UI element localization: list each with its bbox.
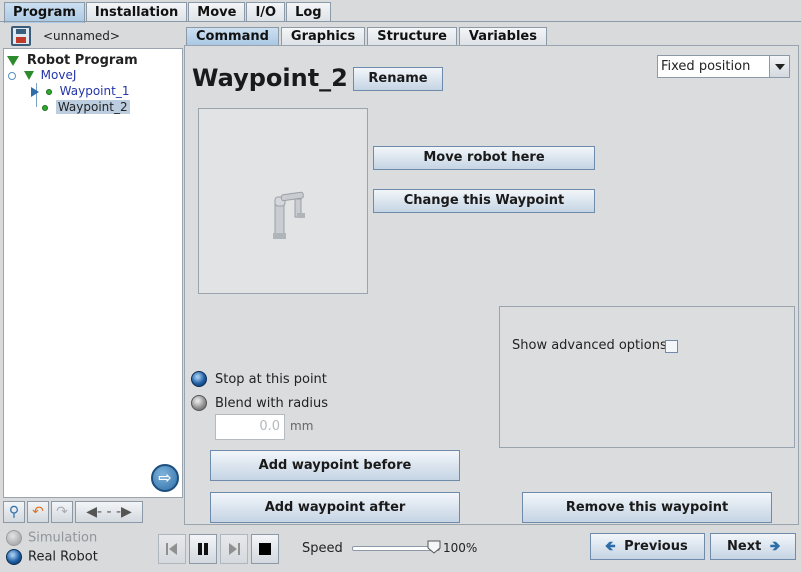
speed-label: Speed [302,541,343,556]
tree-node-label-selected: Waypoint_2 [55,100,130,114]
main-tabs: Program Installation Move I/O Log [4,2,332,23]
bottom-bar: Simulation Real Robot Speed 100% 🡸 Previ… [0,527,801,572]
next-label: Next [727,539,762,554]
page-title: Waypoint_2 [192,64,348,92]
real-robot-label: Real Robot [28,549,98,565]
simulation-radio[interactable] [6,530,22,546]
tree-node-movej[interactable]: MoveJ [8,67,76,83]
program-file-row: <unnamed> [5,24,183,48]
arrow-left-icon: 🡸 [605,539,616,554]
tab-variables[interactable]: Variables [458,27,547,45]
program-pointer-icon [31,86,39,97]
step-forward-icon[interactable] [220,534,248,564]
chevron-down-icon[interactable] [769,56,789,77]
pause-icon[interactable] [189,534,217,564]
simulation-label: Simulation [28,530,98,546]
tab-divider [0,21,801,22]
command-panel: Waypoint_2 Rename Fixed position Move ro… [184,45,799,525]
change-waypoint-button[interactable]: Change this Waypoint [373,189,595,213]
playback-controls [158,534,279,564]
redo-icon[interactable]: ↷ [51,501,73,523]
advanced-options-box: Show advanced options [499,306,795,448]
advanced-options-label: Show advanced options [512,338,667,353]
waypoint-dot-icon [42,104,48,111]
magnifier-icon[interactable]: ⚲ [3,501,25,523]
real-robot-mode[interactable]: Real Robot [6,549,98,565]
tab-installation[interactable]: Installation [85,2,188,22]
tab-program[interactable]: Program [4,2,85,23]
tree-toolbar: ⚲ ↶ ↷ ◀- - -▶ [3,501,143,525]
radius-unit: mm [290,419,314,433]
cut-icon[interactable]: ◀- - -▶ [75,501,143,523]
blend-label: Blend with radius [215,396,329,411]
expand-triangle-icon[interactable] [7,55,19,66]
blend-radio[interactable] [191,395,207,411]
tree-node-label: MoveJ [40,68,77,82]
remove-waypoint-button[interactable]: Remove this waypoint [522,492,772,523]
previous-label: Previous [624,539,688,554]
arrow-right-icon: 🡺 [769,539,781,554]
program-tree: Robot Program MoveJ Waypoint_1 Waypoint_… [3,48,183,498]
node-connector-icon [8,71,16,80]
speed-slider-thumb[interactable] [426,539,442,555]
tab-log[interactable]: Log [286,2,331,22]
position-type-select[interactable]: Fixed position [657,55,790,78]
tree-root-label: Robot Program [26,53,138,68]
move-robot-button[interactable]: Move robot here [373,146,595,170]
add-waypoint-before-button[interactable]: Add waypoint before [210,450,460,481]
tree-node-label: Waypoint_1 [59,84,130,98]
tab-move[interactable]: Move [188,2,246,22]
blend-radius-input[interactable]: 0.0 [215,414,285,440]
expand-triangle-icon[interactable] [23,71,34,80]
waypoint-dot-icon [45,88,52,95]
simulation-mode[interactable]: Simulation [6,530,97,546]
tab-command[interactable]: Command [186,27,279,45]
tab-graphics[interactable]: Graphics [280,27,366,45]
position-type-value: Fixed position [661,59,751,74]
skip-back-icon[interactable] [158,534,186,564]
goto-node-button[interactable]: ⇨ [151,464,179,492]
undo-icon[interactable]: ↶ [27,501,49,523]
program-name: <unnamed> [43,29,120,43]
tab-io[interactable]: I/O [246,2,286,22]
robot-arm-icon [273,191,305,239]
stop-radio[interactable] [191,371,207,387]
stop-icon[interactable] [251,534,279,564]
stop-label: Stop at this point [215,372,327,387]
robot-preview [198,108,368,294]
tree-node-waypoint-1[interactable]: Waypoint_1 [31,83,129,99]
previous-button[interactable]: 🡸 Previous [590,533,705,560]
next-button[interactable]: Next 🡺 [710,533,796,560]
sub-tabs: Command Graphics Structure Variables [186,27,549,45]
add-waypoint-after-button[interactable]: Add waypoint after [210,492,460,523]
save-icon[interactable] [11,26,31,46]
speed-value: 100% [443,541,478,555]
tab-structure[interactable]: Structure [367,27,457,45]
advanced-options-checkbox[interactable] [665,340,678,353]
tree-node-waypoint-2[interactable]: Waypoint_2 [42,99,130,115]
real-robot-radio[interactable] [6,549,22,565]
rename-button[interactable]: Rename [353,67,443,91]
